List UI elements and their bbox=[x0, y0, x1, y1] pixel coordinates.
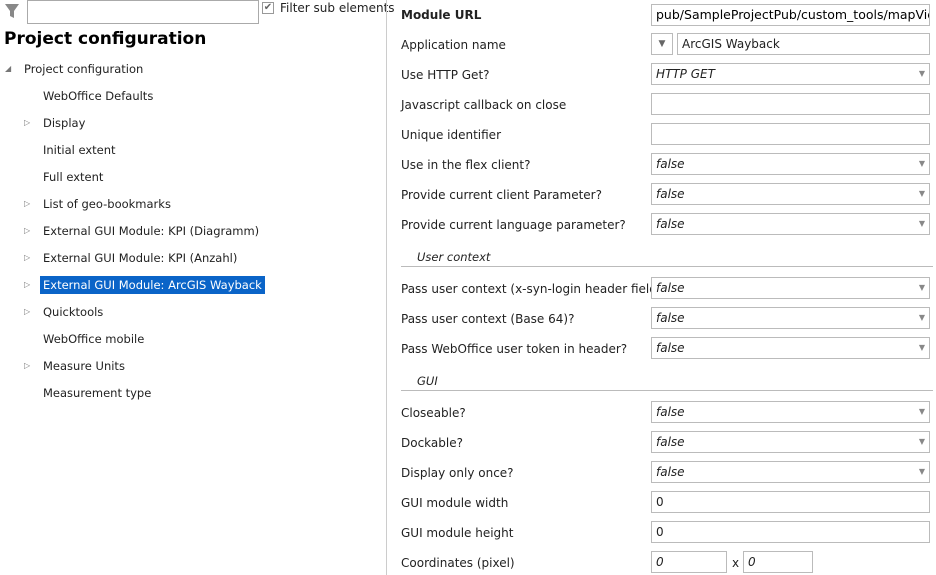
property-select[interactable]: HTTP GET ▼ bbox=[651, 63, 930, 85]
property-select[interactable]: false ▼ bbox=[651, 213, 930, 235]
filter-icon[interactable] bbox=[4, 3, 20, 19]
property-select[interactable]: false ▼ bbox=[651, 431, 930, 453]
property-label: Provide current client Parameter? bbox=[401, 188, 602, 202]
property-value: HTTP GET bbox=[656, 67, 715, 81]
module-url-label: Module URL bbox=[401, 8, 482, 22]
tree-item[interactable]: WebOffice mobile bbox=[43, 330, 144, 348]
page-title: Project configuration bbox=[4, 29, 207, 49]
application-name-label: Application name bbox=[401, 38, 506, 52]
property-value: false bbox=[656, 435, 685, 449]
property-value: false bbox=[656, 217, 685, 231]
property-label: Use HTTP Get? bbox=[401, 68, 490, 82]
filter-sub-elements-label: Filter sub elements bbox=[280, 1, 395, 15]
tree-item[interactable]: External GUI Module: KPI (Diagramm) bbox=[43, 222, 259, 240]
coordinates-y-input[interactable]: 0 bbox=[743, 551, 813, 573]
section-user-context: User context bbox=[401, 250, 933, 267]
tree-item[interactable]: Measurement type bbox=[43, 384, 151, 402]
chevron-down-icon: ▼ bbox=[918, 437, 925, 446]
tree-item[interactable]: WebOffice Defaults bbox=[43, 87, 153, 105]
splitter[interactable] bbox=[386, 0, 387, 575]
property-value: false bbox=[656, 157, 685, 171]
property-value: 0 bbox=[656, 525, 664, 539]
property-value: 0 bbox=[656, 495, 664, 509]
tree-item[interactable]: Quicktools bbox=[43, 303, 103, 321]
property-label: Unique identifier bbox=[401, 128, 501, 142]
tree-item[interactable]: Full extent bbox=[43, 168, 103, 186]
property-label: GUI module width bbox=[401, 496, 509, 510]
expand-icon[interactable]: ▷ bbox=[24, 357, 30, 375]
property-select[interactable]: false ▼ bbox=[651, 337, 930, 359]
property-value: false bbox=[656, 465, 685, 479]
module-url-input[interactable]: pub/SampleProjectPub/custom_tools/mapVie… bbox=[651, 4, 930, 26]
property-label: Pass user context (Base 64)? bbox=[401, 312, 575, 326]
property-value: false bbox=[656, 341, 685, 355]
expand-icon[interactable]: ▷ bbox=[24, 276, 30, 294]
collapse-icon[interactable]: ◢ bbox=[5, 60, 11, 78]
chevron-down-icon: ▼ bbox=[918, 407, 925, 416]
property-label: Closeable? bbox=[401, 406, 466, 420]
tree-item[interactable]: Initial extent bbox=[43, 141, 116, 159]
property-value: false bbox=[656, 405, 685, 419]
chevron-down-icon: ▼ bbox=[918, 343, 925, 352]
tree-item[interactable]: External GUI Module: KPI (Anzahl) bbox=[43, 249, 237, 267]
chevron-down-icon: ▼ bbox=[918, 313, 925, 322]
filter-input[interactable] bbox=[27, 0, 259, 24]
property-value: false bbox=[656, 311, 685, 325]
property-value: false bbox=[656, 281, 685, 295]
tree-item[interactable]: List of geo-bookmarks bbox=[43, 195, 171, 213]
property-label: Javascript callback on close bbox=[401, 98, 567, 112]
property-label: GUI module height bbox=[401, 526, 514, 540]
application-name-dropdown-button[interactable]: ▼ bbox=[651, 33, 673, 55]
section-gui: GUI bbox=[401, 374, 933, 391]
tree-item[interactable]: External GUI Module: ArcGIS Wayback bbox=[40, 276, 265, 294]
expand-icon[interactable]: ▷ bbox=[24, 114, 30, 132]
chevron-down-icon: ▼ bbox=[918, 283, 925, 292]
property-label: Pass user context (x-syn-login header fi… bbox=[401, 282, 668, 296]
property-select[interactable]: false ▼ bbox=[651, 153, 930, 175]
chevron-down-icon: ▼ bbox=[918, 467, 925, 476]
property-label: Use in the flex client? bbox=[401, 158, 531, 172]
property-select[interactable]: false ▼ bbox=[651, 307, 930, 329]
property-select[interactable]: false ▼ bbox=[651, 277, 930, 299]
tree-item[interactable]: Project configuration bbox=[24, 60, 143, 78]
chevron-down-icon: ▼ bbox=[918, 219, 925, 228]
property-label: Dockable? bbox=[401, 436, 463, 450]
application-name-input[interactable]: ArcGIS Wayback bbox=[677, 33, 930, 55]
property-input[interactable]: 0 bbox=[651, 521, 930, 543]
chevron-down-icon: ▼ bbox=[918, 159, 925, 168]
property-select[interactable]: false ▼ bbox=[651, 401, 930, 423]
coordinates-label: Coordinates (pixel) bbox=[401, 556, 515, 570]
property-value: false bbox=[656, 187, 685, 201]
property-input[interactable] bbox=[651, 93, 930, 115]
property-select[interactable]: false ▼ bbox=[651, 183, 930, 205]
coordinates-separator: x bbox=[732, 556, 740, 570]
property-label: Provide current language parameter? bbox=[401, 218, 626, 232]
expand-icon[interactable]: ▷ bbox=[24, 249, 30, 267]
expand-icon[interactable]: ▷ bbox=[24, 303, 30, 321]
coordinates-x-input[interactable]: 0 bbox=[651, 551, 727, 573]
property-label: Pass WebOffice user token in header? bbox=[401, 342, 628, 356]
expand-icon[interactable]: ▷ bbox=[24, 195, 30, 213]
property-select[interactable]: false ▼ bbox=[651, 461, 930, 483]
filter-sub-elements-checkbox[interactable]: ✔ bbox=[262, 2, 274, 14]
chevron-down-icon: ▼ bbox=[918, 189, 925, 198]
property-label: Display only once? bbox=[401, 466, 514, 480]
expand-icon[interactable]: ▷ bbox=[24, 222, 30, 240]
chevron-down-icon: ▼ bbox=[918, 69, 925, 78]
property-input[interactable] bbox=[651, 123, 930, 145]
tree-item[interactable]: Measure Units bbox=[43, 357, 125, 375]
tree-item[interactable]: Display bbox=[43, 114, 85, 132]
property-input[interactable]: 0 bbox=[651, 491, 930, 513]
